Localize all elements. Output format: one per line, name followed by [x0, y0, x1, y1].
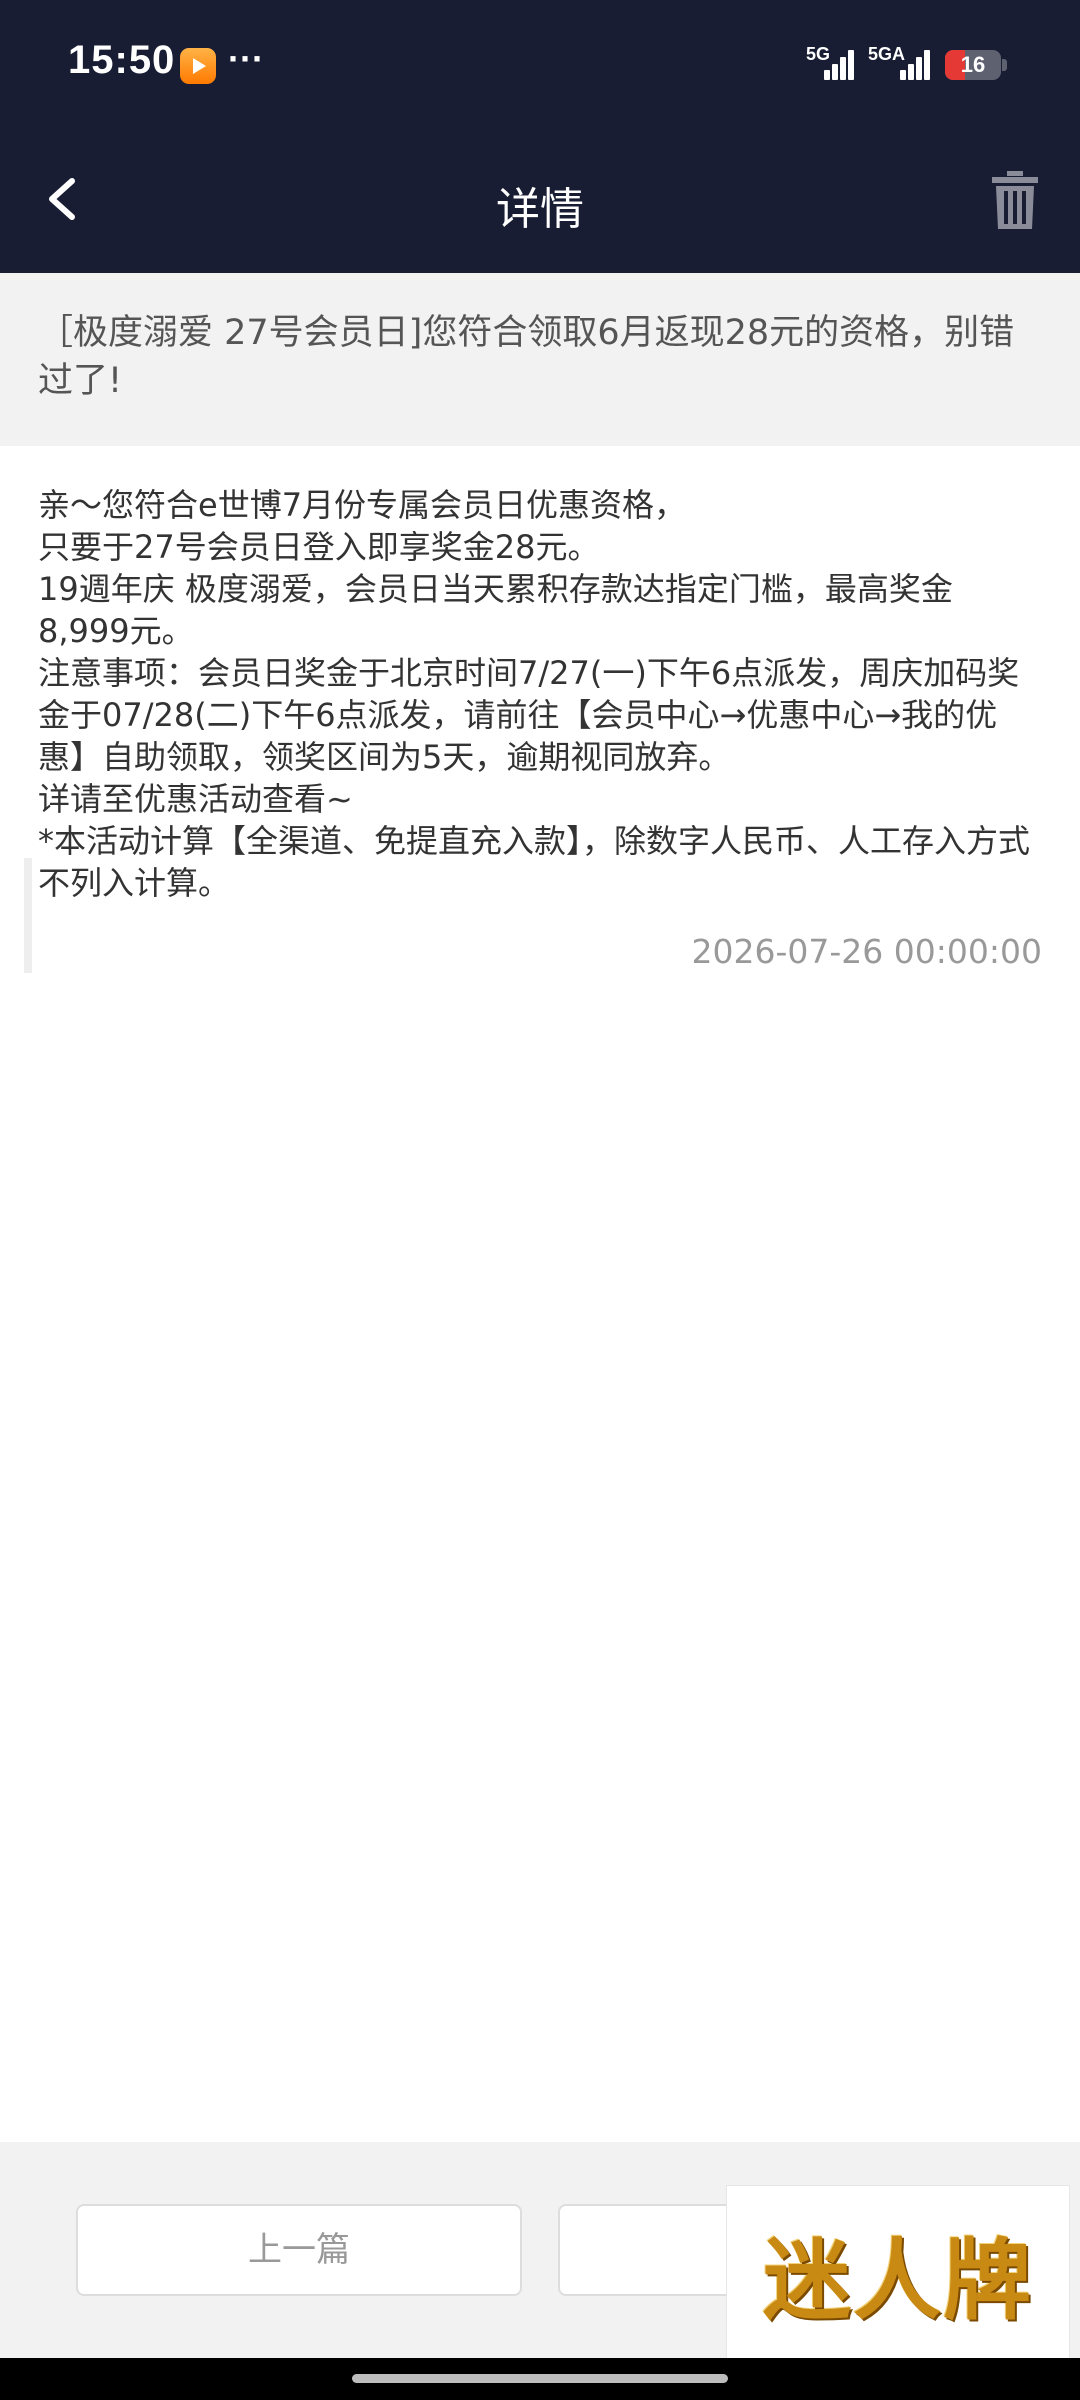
video-app-icon	[180, 48, 216, 84]
home-indicator[interactable]	[352, 2374, 728, 2383]
more-notifications-icon: ···	[228, 38, 264, 79]
body-line: *本活动计算【全渠道、免提直充入款】，除数字人民币、人工存入方式不列入计算。	[38, 822, 1031, 902]
body-line: 19週年庆 极度溺爱，会员日当天累积存款达指定门槛，最高奖金8,999元。	[38, 570, 953, 650]
body-line: 只要于27号会员日登入即享奖金28元。	[38, 528, 600, 566]
body-line: 亲～您符合e世博7月份专属会员日优惠资格，	[38, 486, 687, 524]
body-line: 详请至优惠活动查看~	[38, 780, 353, 818]
signal-5g-icon: 5G	[806, 44, 856, 80]
trash-icon[interactable]	[990, 171, 1040, 231]
battery-tip	[1002, 59, 1007, 71]
message-body: 亲～您符合e世博7月份专属会员日优惠资格， 只要于27号会员日登入即享奖金28元…	[38, 484, 1042, 904]
battery-icon: 16	[945, 50, 1001, 80]
network-label-2: 5GA	[868, 44, 906, 64]
scroll-indicator	[24, 858, 32, 973]
message-subject: ［极度溺爱 27号会员日]您符合领取6月返现28元的资格，别错过了!	[0, 273, 1080, 446]
prev-article-button[interactable]: 上一篇	[76, 2204, 522, 2296]
network-label-1: 5G	[806, 44, 831, 64]
status-bar: 15:50 ··· 5G 5GA 16	[0, 0, 1080, 125]
battery-level: 16	[960, 52, 986, 77]
signal-5ga-icon: 5GA	[868, 44, 934, 80]
body-line: 注意事项：会员日奖金于北京时间7/27(一)下午6点派发，周庆加码奖金于07/2…	[38, 654, 1020, 776]
page-title: 详情	[496, 184, 584, 235]
status-time: 15:50	[68, 38, 176, 82]
watermark-logo: 迷人牌	[726, 2185, 1070, 2375]
gesture-bar	[0, 2358, 1080, 2400]
nav-bar: 详情	[0, 125, 1080, 273]
message-date: 2026-07-26 00:00:00	[691, 932, 1042, 971]
